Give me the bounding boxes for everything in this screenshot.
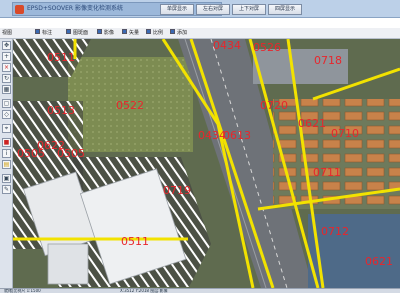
parcel-label: 0434	[198, 129, 226, 142]
toggle-imagery-text: 影像	[104, 30, 115, 36]
status-coords: X:3512 Y:2018 图层:影像	[120, 288, 168, 293]
parcel-label: 0434	[213, 39, 241, 52]
map-imagery: 0511 0513 0505 0522 0622 0719 0434 0613 …	[13, 39, 400, 288]
four-screen-button[interactable]: 四屏显示	[268, 4, 302, 15]
parcel-label: 0511	[121, 235, 149, 248]
parcel-label: 0526	[253, 41, 281, 54]
toggle-add-text: 添加	[177, 30, 188, 36]
checkbox-icon[interactable]	[170, 29, 175, 34]
measure-icon[interactable]: ⌖	[2, 124, 11, 133]
stop-icon[interactable]: ■	[2, 138, 11, 147]
info-icon[interactable]: i	[2, 149, 11, 158]
parcel-label: 0719	[163, 184, 191, 197]
toggle-label-text: 标注	[42, 30, 53, 36]
refresh-icon[interactable]: ↻	[2, 74, 11, 83]
save-icon[interactable]: ▣	[2, 174, 11, 183]
toggle-polygon-text: 图斑面	[73, 30, 89, 36]
single-screen-button[interactable]: 单屏显示	[160, 4, 194, 15]
map-canvas[interactable]: 0511 0513 0505 0522 0622 0719 0434 0613 …	[13, 39, 400, 288]
parcel-label: 0505	[57, 147, 85, 160]
toggle-polygon[interactable]: 图斑面	[66, 29, 89, 37]
toggle-scale-text: 比例	[153, 30, 164, 36]
warehouse-buildings	[23, 168, 187, 285]
parcel-label: 0710	[331, 127, 359, 140]
parcel-label: 0613	[223, 129, 251, 142]
checkbox-icon[interactable]	[35, 29, 40, 34]
parcel-label: 0621	[365, 255, 393, 268]
checkbox-icon[interactable]	[66, 29, 71, 34]
parcel-label: 0511	[47, 51, 75, 64]
title-bar: EPSD+SOOVER 影像变化检测系统 单屏显示 左右对屏 上下对屏 四屏显示	[0, 0, 400, 18]
left-right-screen-button[interactable]: 左右对屏	[196, 4, 230, 15]
edit-icon[interactable]: ✎	[2, 185, 11, 194]
toggle-vector-text: 矢量	[129, 30, 140, 36]
layer-icon[interactable]: ▦	[2, 85, 11, 94]
parcel-label: 0720	[260, 99, 288, 112]
checkbox-icon[interactable]	[146, 29, 151, 34]
toggle-vector[interactable]: 矢量	[122, 29, 140, 37]
pan-tool-icon[interactable]: ✥	[2, 41, 11, 50]
polygon-icon[interactable]: ◇	[2, 110, 11, 119]
layer-toggle-bar: 视图 标注 图斑面 影像 矢量 比例 添加	[0, 28, 400, 39]
toggle-add[interactable]: 添加	[170, 29, 188, 37]
parcel-label: 0513	[47, 104, 75, 117]
zoom-in-icon[interactable]: +	[2, 52, 11, 61]
left-toolbar: ✥ + × ↻ ▦ ▢ ◇ ⌖ ■ i ▤ ▣ ✎	[0, 39, 13, 288]
parcel-label: 0621	[298, 117, 326, 130]
view-label: 视图	[2, 30, 13, 36]
select-icon[interactable]: ▢	[2, 99, 11, 108]
app-title-text: EPSD+SOOVER 影像变化检测系统	[27, 5, 123, 12]
top-bottom-screen-button[interactable]: 上下对屏	[232, 4, 266, 15]
folder-icon[interactable]: ▤	[2, 160, 11, 169]
toggle-scale[interactable]: 比例	[146, 29, 164, 37]
status-text: 就绪|比例尺 1:1500	[4, 288, 41, 293]
status-bar: 就绪|比例尺 1:1500 X:3512 Y:2018 图层:影像	[0, 288, 400, 293]
checkbox-icon[interactable]	[97, 29, 102, 34]
parcel-label: 0712	[321, 225, 349, 238]
parcel-label: 0711	[313, 166, 341, 179]
checkbox-icon[interactable]	[122, 29, 127, 34]
parcel-label: 0522	[116, 99, 144, 112]
toggle-label[interactable]: 标注	[35, 29, 53, 37]
app-logo-icon	[15, 5, 24, 14]
delete-icon[interactable]: ×	[2, 63, 11, 72]
parcel-label: 0718	[314, 54, 342, 67]
toggle-imagery[interactable]: 影像	[97, 29, 115, 37]
